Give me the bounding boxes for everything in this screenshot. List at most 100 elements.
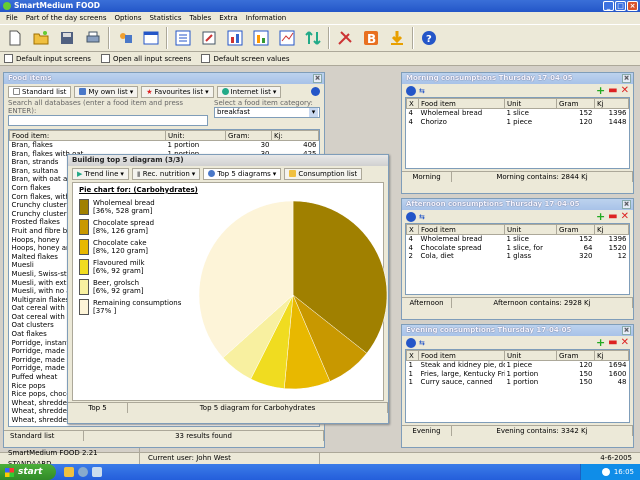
swap-icon[interactable]: ⇆ bbox=[419, 87, 425, 95]
save-button[interactable] bbox=[56, 27, 78, 49]
add-icon[interactable]: + bbox=[596, 210, 605, 223]
tools-button[interactable] bbox=[334, 27, 356, 49]
edit-button[interactable] bbox=[198, 27, 220, 49]
column-kj[interactable]: Kj bbox=[594, 350, 629, 361]
download-button[interactable] bbox=[386, 27, 408, 49]
consumption-row[interactable]: 4 Chorizo 1 piece 120 1448 bbox=[407, 118, 629, 127]
panel-close-button[interactable]: × bbox=[622, 200, 631, 209]
column-gram[interactable]: Gram bbox=[555, 350, 596, 361]
menu-information[interactable]: Information bbox=[242, 14, 291, 22]
swap-icon[interactable]: ⇆ bbox=[419, 339, 425, 347]
column-food-item[interactable]: Food item bbox=[418, 224, 505, 235]
column-unit[interactable]: Unit bbox=[504, 224, 557, 235]
column-food-item[interactable]: Food item bbox=[418, 98, 505, 109]
column-gram[interactable]: Gram bbox=[555, 98, 596, 109]
column-x[interactable]: X bbox=[406, 224, 419, 235]
remove-icon[interactable]: ▬ bbox=[608, 211, 617, 222]
tab-trend-line[interactable]: ▶ Trend line ▾ bbox=[72, 167, 129, 180]
info-icon[interactable] bbox=[406, 337, 416, 348]
volume-icon[interactable] bbox=[601, 468, 610, 476]
consumption-row[interactable]: 4 Wholemeal bread 1 slice 152 1396 bbox=[407, 109, 629, 118]
chart-button[interactable] bbox=[224, 27, 246, 49]
tab-rec-nutrition[interactable]: ▮ Rec. nutrition ▾ bbox=[131, 167, 201, 180]
tab-consumption-list[interactable]: Consumption list bbox=[284, 167, 363, 180]
list-button[interactable] bbox=[172, 27, 194, 49]
window-button[interactable] bbox=[140, 27, 162, 49]
svg-text:?: ? bbox=[426, 34, 432, 45]
browser-icon[interactable] bbox=[78, 467, 88, 477]
consumption-row[interactable]: 2 Cola, diet 1 glass 320 12 bbox=[407, 252, 629, 261]
menu-tables[interactable]: Tables bbox=[185, 14, 215, 22]
menu-part-of-day[interactable]: Part of the day screens bbox=[22, 14, 111, 22]
start-button[interactable]: start bbox=[0, 464, 56, 480]
close-button[interactable]: × bbox=[627, 1, 638, 11]
consumption-row[interactable]: 4 Wholemeal bread 1 slice 152 1396 bbox=[407, 235, 629, 244]
column-unit[interactable]: Unit bbox=[504, 350, 557, 361]
consumption-qty: 1 bbox=[408, 378, 413, 387]
consumption-row[interactable]: 4 Chocolate spread 1 slice, for 64 1520 bbox=[407, 244, 629, 253]
delete-icon[interactable]: ✕ bbox=[621, 211, 629, 222]
delete-icon[interactable]: ✕ bbox=[621, 85, 629, 96]
sync-button[interactable] bbox=[302, 27, 324, 49]
info-icon[interactable] bbox=[406, 85, 416, 96]
column-unit[interactable]: Unit bbox=[504, 98, 557, 109]
bold-b-button[interactable]: B bbox=[360, 27, 382, 49]
column-food-item[interactable]: Food item: bbox=[9, 130, 166, 141]
column-x[interactable]: X bbox=[406, 350, 419, 361]
add-icon[interactable]: + bbox=[596, 336, 605, 349]
panel-close-button[interactable]: × bbox=[622, 74, 631, 83]
new-file-button[interactable] bbox=[4, 27, 26, 49]
default-input-screens-button[interactable]: Default input screens bbox=[4, 54, 91, 63]
tools-icon bbox=[338, 31, 352, 45]
panel-close-button[interactable]: × bbox=[622, 326, 631, 335]
column-x[interactable]: X bbox=[406, 98, 419, 109]
column-gram[interactable]: Gram bbox=[555, 224, 596, 235]
chart-alt-button[interactable] bbox=[250, 27, 272, 49]
column-unit[interactable]: Unit: bbox=[165, 130, 226, 141]
tab-top-5-diagrams[interactable]: Top 5 diagrams ▾ bbox=[203, 167, 282, 180]
menu-file[interactable]: File bbox=[2, 14, 22, 22]
quicklaunch-icon[interactable] bbox=[64, 467, 74, 477]
help-button[interactable]: ? bbox=[418, 27, 440, 49]
tab-favourites-list[interactable]: ★ Favourites list ▾ bbox=[141, 85, 214, 98]
download-icon bbox=[391, 31, 403, 45]
compare-button[interactable] bbox=[276, 27, 298, 49]
minimize-button[interactable]: _ bbox=[603, 1, 614, 11]
search-input[interactable] bbox=[8, 115, 208, 126]
default-screen-values-button[interactable]: Default screen values bbox=[201, 54, 290, 63]
food-row[interactable]: Bran, flakes 1 portion 30 406 bbox=[10, 141, 319, 150]
print-button[interactable] bbox=[82, 27, 104, 49]
column-food-item[interactable]: Food item bbox=[418, 350, 505, 361]
tab-my-own-list[interactable]: My own list ▾ bbox=[74, 85, 139, 98]
users-button[interactable] bbox=[114, 27, 136, 49]
menu-extra[interactable]: Extra bbox=[215, 14, 241, 22]
info-icon[interactable] bbox=[406, 211, 416, 222]
column-kj[interactable]: Kj: bbox=[271, 130, 319, 141]
refresh-icon[interactable] bbox=[311, 87, 320, 96]
open-all-input-screens-button[interactable]: Open all input screens bbox=[100, 54, 191, 63]
maximize-button[interactable]: □ bbox=[615, 1, 626, 11]
consumption-qty: 4 bbox=[408, 243, 413, 252]
tab-internet-list[interactable]: Internet list ▾ bbox=[216, 85, 282, 98]
remove-icon[interactable]: ▬ bbox=[608, 85, 617, 96]
menu-statistics[interactable]: Statistics bbox=[145, 14, 185, 22]
menu-options[interactable]: Options bbox=[110, 14, 145, 22]
tab-standard-list[interactable]: Standard list bbox=[8, 85, 72, 98]
delete-icon[interactable]: ✕ bbox=[621, 337, 629, 348]
consumption-row[interactable]: 1 Curry sauce, canned 1 portion 150 48 bbox=[407, 378, 629, 387]
swap-icon[interactable]: ⇆ bbox=[419, 213, 425, 221]
app-title: SmartMedium FOOD bbox=[14, 1, 100, 10]
open-folder-button[interactable] bbox=[30, 27, 52, 49]
column-gram[interactable]: Gram: bbox=[225, 130, 272, 141]
panel-close-button[interactable]: × bbox=[313, 74, 322, 83]
consumption-row[interactable]: 1 Steak and kidney pie, dou... 1 piece 1… bbox=[407, 361, 629, 370]
desktop-icon[interactable] bbox=[92, 467, 102, 477]
category-select[interactable]: breakfast ▾ bbox=[214, 107, 320, 118]
compare-icon bbox=[279, 30, 295, 46]
remove-icon[interactable]: ▬ bbox=[608, 337, 617, 348]
consumption-row[interactable]: 1 Fries, large, Kentucky Frie... 1 porti… bbox=[407, 370, 629, 379]
column-kj[interactable]: Kj bbox=[594, 224, 629, 235]
column-kj[interactable]: Kj bbox=[594, 98, 629, 109]
add-icon[interactable]: + bbox=[596, 84, 605, 97]
help-icon: ? bbox=[422, 31, 436, 45]
